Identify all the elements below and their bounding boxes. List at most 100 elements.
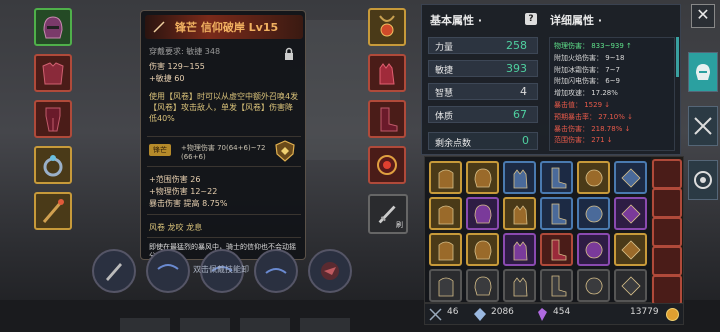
staff-icon <box>42 199 64 223</box>
inventory-slot[interactable] <box>540 269 573 302</box>
inventory-slot[interactable] <box>652 188 682 218</box>
tab-character[interactable] <box>688 52 718 92</box>
detail-attributes-title: 详细属性 · <box>550 14 603 27</box>
equip-gloves-slot[interactable] <box>368 54 406 92</box>
inventory-slot[interactable] <box>503 197 536 230</box>
item-phys-bonus: +物理伤害 12~22 <box>149 187 218 196</box>
stat-label: 敏捷 <box>435 66 454 76</box>
ring-icon <box>585 205 602 222</box>
gauntlet-icon <box>513 168 527 188</box>
refresh-button[interactable]: 刷 <box>368 194 408 234</box>
detail-attribute-line: 增加攻速： 17.28% <box>554 89 618 98</box>
inventory-slot[interactable] <box>614 161 647 194</box>
inventory-slot[interactable] <box>540 161 573 194</box>
equip-legs-slot[interactable] <box>34 100 72 138</box>
inventory-slot[interactable] <box>466 161 499 194</box>
close-button[interactable]: ✕ <box>691 4 715 28</box>
inventory-slot[interactable] <box>652 159 682 189</box>
item-name: 锋芒 信仰破岸 Lv15 <box>175 21 279 34</box>
hud-slot <box>180 318 230 332</box>
crystal-icon <box>474 308 486 321</box>
inventory-slot[interactable] <box>540 197 573 230</box>
points-label: 剩余点数 <box>435 139 472 149</box>
inventory-slot[interactable] <box>540 233 573 266</box>
inventory-slot[interactable] <box>466 269 499 302</box>
inventory-slot[interactable] <box>429 233 462 266</box>
shield-icon <box>275 140 295 162</box>
detail-attribute-line: 物理伤害： 833~939 ↑ <box>554 42 632 50</box>
detail-attribute-line: 附加火焰伤害： 9~18 <box>554 53 625 62</box>
detail-scrollbar[interactable] <box>676 37 679 77</box>
stat-label: 智慧 <box>435 89 454 99</box>
hud-slot <box>120 318 170 332</box>
lock-icon[interactable] <box>283 47 295 61</box>
equip-offhand-slot[interactable] <box>368 146 406 184</box>
equip-amulet-slot[interactable] <box>368 8 406 46</box>
tab-settings[interactable] <box>688 160 718 200</box>
detail-attribute-line: 暴击伤害： 218.78% ↓ <box>554 124 631 133</box>
inventory-slot[interactable] <box>577 233 610 266</box>
currency-gem: 454 <box>553 307 571 317</box>
equip-weapon-slot[interactable] <box>34 192 72 230</box>
gem-bonus-line1: +物理伤害 70(64+6)~72 <box>181 144 266 152</box>
skill-slot-2[interactable] <box>146 249 190 293</box>
backpack-icon <box>438 169 453 188</box>
inventory-slot[interactable] <box>429 197 462 230</box>
stat-value: 393 <box>506 62 527 75</box>
equip-helmet-slot[interactable] <box>34 8 72 46</box>
equip-boots-slot[interactable] <box>368 100 406 138</box>
hud-slot <box>240 318 290 332</box>
helmet-icon <box>474 168 491 187</box>
currency-bar: 46 2086 454 13779 <box>424 303 684 325</box>
stat-row-constitution: 体质 67 <box>428 106 538 123</box>
stat-value: 67 <box>513 108 527 121</box>
armor-icon <box>42 62 64 85</box>
tooltip-divider <box>147 166 301 167</box>
gem-icon <box>538 308 547 321</box>
equip-armor-slot[interactable] <box>34 54 72 92</box>
gold-coin-icon <box>666 308 679 321</box>
tooltip-divider <box>147 214 301 215</box>
stat-value: 4 <box>520 85 527 98</box>
inventory-slot[interactable] <box>614 197 647 230</box>
stat-label: 力量 <box>435 43 454 53</box>
inventory-slot[interactable] <box>429 269 462 302</box>
detail-attributes-list[interactable]: 物理伤害： 833~939 ↑ 附加火焰伤害： 9~18 附加冰霜伤害： 7~7 附加… <box>549 37 675 151</box>
skill-slot-1[interactable] <box>92 249 136 293</box>
skill-slot-5[interactable] <box>308 249 352 293</box>
inventory-slot[interactable] <box>614 269 647 302</box>
inventory-slot[interactable] <box>652 246 682 276</box>
help-icon[interactable]: ? <box>525 13 537 25</box>
equip-ring-slot[interactable] <box>34 146 72 184</box>
detail-attribute-line: 预期暴击率： 27.10% ↓ <box>554 112 634 121</box>
skill-slot-4[interactable] <box>254 249 298 293</box>
inventory-slot[interactable] <box>652 275 682 305</box>
refresh-label: 刷 <box>396 221 403 229</box>
item-crit-bonus: 暴击伤害 提高 8.75% <box>149 199 228 208</box>
item-damage: 伤害 129~155 <box>149 62 205 71</box>
inventory-slot[interactable] <box>503 161 536 194</box>
inventory-slot[interactable] <box>503 233 536 266</box>
inventory-slot[interactable] <box>466 197 499 230</box>
tab-weapons[interactable] <box>688 106 718 146</box>
inventory-slot[interactable] <box>466 233 499 266</box>
orb-icon <box>620 203 641 224</box>
inventory-slot[interactable] <box>577 197 610 230</box>
gem-bonus: +物理伤害 70(64+6)~72 (66+6) <box>181 144 265 162</box>
inventory-slot[interactable] <box>503 269 536 302</box>
item-tooltip: 锋芒 信仰破岸 Lv15 穿戴要求: 敏捷 348 伤害 129~155 +敏捷… <box>140 10 306 260</box>
skill-hint: 双击佩戴技能卸 <box>193 265 249 274</box>
inventory-slot[interactable] <box>614 233 647 266</box>
item-description: 使用【风卷】时可以从虚空中额外召唤4发【风卷】攻击敌人，单发【风卷】伤害降低40… <box>149 92 299 123</box>
inventory-slot[interactable] <box>577 269 610 302</box>
dagger-icon <box>106 263 122 281</box>
backpack-icon <box>438 205 453 224</box>
inventory-slot[interactable] <box>429 161 462 194</box>
item-skills: 风卷 龙咬 龙息 <box>149 223 203 232</box>
points-value: 0 <box>522 134 529 147</box>
inventory-slot[interactable] <box>652 217 682 247</box>
detail-attribute-line: 附加闪电伤害： 6~9 <box>554 77 620 86</box>
detail-attribute-line: 暴击值： 1529 ↓ <box>554 101 611 109</box>
inventory-slot[interactable] <box>577 161 610 194</box>
helmet-icon <box>474 276 491 295</box>
